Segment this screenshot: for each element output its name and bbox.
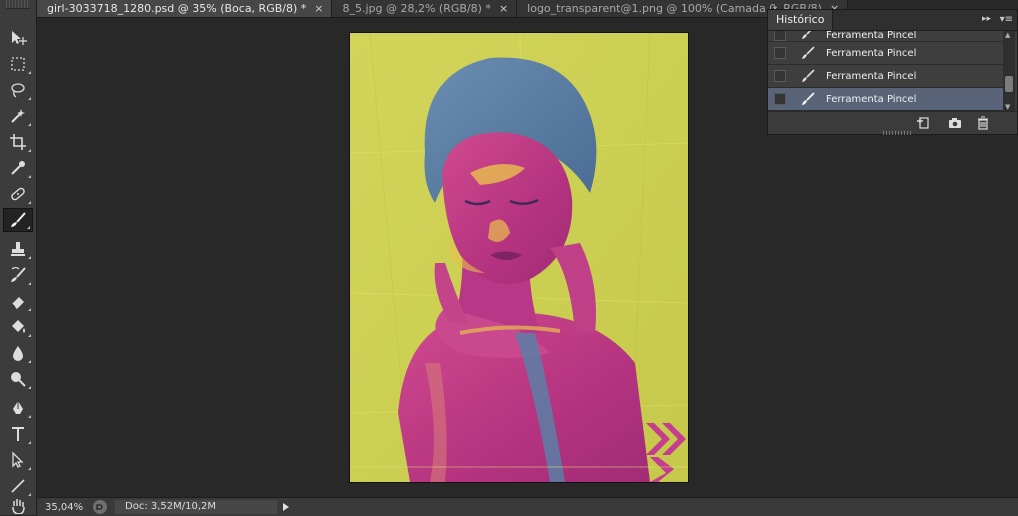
document-canvas[interactable]: [350, 33, 688, 482]
trash-icon[interactable]: [976, 116, 990, 130]
move-tool[interactable]: [3, 26, 33, 50]
marquee-tool-icon: [11, 57, 25, 71]
marquee-tool[interactable]: [3, 52, 33, 76]
close-icon[interactable]: ×: [314, 2, 323, 15]
history-list: Ferramenta Pincel Ferramenta Pincel Ferr…: [768, 31, 1003, 111]
collapse-panel-icon[interactable]: ▸▸: [982, 14, 991, 24]
brush-tool-icon: [802, 46, 815, 59]
history-panel: Histórico ▸▸ ▾≡ Ferramenta Pincel Ferram…: [767, 9, 1018, 135]
zoom-level[interactable]: 35,04%: [37, 502, 89, 513]
tab-8-5-jpg[interactable]: 8_5.jpg @ 28,2% (RGB/8) * ×: [332, 0, 518, 17]
hand-tool[interactable]: [3, 498, 33, 514]
history-panel-header: Histórico ▸▸ ▾≡: [768, 10, 1017, 31]
tab-label: girl-3033718_1280.psd @ 35% (Boca, RGB/8…: [47, 2, 307, 15]
hand-tool-icon: [12, 499, 25, 514]
brush-tool[interactable]: [3, 208, 33, 232]
healing-brush-tool[interactable]: [3, 182, 33, 206]
history-source-checkbox[interactable]: [774, 31, 786, 41]
eraser-tool[interactable]: [3, 289, 33, 313]
history-state-selected[interactable]: Ferramenta Pincel: [768, 88, 1003, 111]
clone-stamp-tool[interactable]: [3, 237, 33, 261]
history-source-checkbox[interactable]: [774, 70, 786, 82]
history-brush-icon: [11, 267, 26, 282]
scrollbar-thumb[interactable]: [1005, 76, 1013, 92]
clone-stamp-icon: [11, 242, 25, 256]
line-tool[interactable]: [3, 474, 33, 498]
move-tool-icon: [12, 31, 27, 45]
blur-tool-icon: [13, 346, 23, 361]
history-state[interactable]: Ferramenta Pincel: [768, 42, 1003, 65]
history-source-checkbox[interactable]: [774, 93, 786, 105]
blur-tool[interactable]: [3, 341, 33, 365]
scroll-up-icon[interactable]: ▲: [1005, 31, 1010, 39]
brush-tool-icon: [802, 69, 815, 82]
history-brush-tool[interactable]: [3, 263, 33, 287]
eyedropper-tool[interactable]: [3, 156, 33, 180]
new-document-from-state-icon[interactable]: [916, 116, 930, 130]
type-tool[interactable]: [3, 422, 33, 446]
document-tabs: girl-3033718_1280.psd @ 35% (Boca, RGB/8…: [37, 0, 849, 18]
paint-bucket-icon: [12, 320, 25, 333]
crop-tool[interactable]: [3, 130, 33, 154]
pen-tool-icon: [13, 401, 23, 414]
crop-tool-icon: [10, 134, 26, 150]
healing-brush-icon: [11, 187, 25, 201]
status-menu-arrow-icon[interactable]: [279, 500, 293, 514]
history-state-label: Ferramenta Pincel: [826, 47, 917, 59]
tools-panel: [0, 0, 37, 515]
brush-tool-icon: [11, 212, 26, 227]
history-state[interactable]: Ferramenta Pincel: [768, 31, 1003, 42]
scroll-down-icon[interactable]: ▼: [1005, 103, 1010, 111]
history-state-label: Ferramenta Pincel: [826, 70, 917, 82]
dodge-tool[interactable]: [3, 367, 33, 391]
path-selection-tool[interactable]: [3, 448, 33, 472]
pen-tool[interactable]: [3, 396, 33, 420]
dodge-tool-icon: [11, 372, 26, 387]
tab-label: 8_5.jpg @ 28,2% (RGB/8) *: [342, 2, 491, 15]
history-state[interactable]: Ferramenta Pincel: [768, 65, 1003, 88]
paint-bucket-tool[interactable]: [3, 315, 33, 339]
status-info-icon[interactable]: [93, 500, 107, 514]
document-size-info: Doc: 3,52M/10,2M: [115, 500, 277, 514]
history-source-checkbox[interactable]: [774, 47, 786, 59]
magic-wand-icon: [11, 109, 25, 123]
camera-snapshot-icon[interactable]: [948, 116, 962, 130]
poster-artwork: [350, 33, 688, 482]
line-tool-icon: [11, 479, 25, 493]
panel-resize-grip[interactable]: [883, 131, 913, 135]
lasso-tool[interactable]: [3, 78, 33, 102]
history-scrollbar[interactable]: ▲ ▼: [1003, 31, 1015, 111]
eyedropper-icon: [11, 161, 25, 175]
brush-tool-icon: [802, 31, 812, 39]
panel-menu-icon[interactable]: ▾≡: [1000, 14, 1013, 25]
history-panel-tab[interactable]: Histórico: [768, 10, 834, 30]
eraser-icon: [11, 297, 24, 309]
history-state-label: Ferramenta Pincel: [826, 93, 917, 105]
path-selection-icon: [12, 451, 24, 468]
brush-tool-icon: [802, 92, 815, 105]
tab-girl-psd[interactable]: girl-3033718_1280.psd @ 35% (Boca, RGB/8…: [37, 0, 333, 17]
close-icon[interactable]: ×: [499, 2, 508, 15]
status-bar: 35,04% Doc: 3,52M/10,2M: [37, 497, 1018, 516]
history-state-label: Ferramenta Pincel: [826, 31, 917, 41]
lasso-tool-icon: [11, 83, 25, 98]
type-tool-icon: [12, 427, 24, 441]
magic-wand-tool[interactable]: [3, 104, 33, 128]
panel-grip[interactable]: [6, 0, 30, 9]
